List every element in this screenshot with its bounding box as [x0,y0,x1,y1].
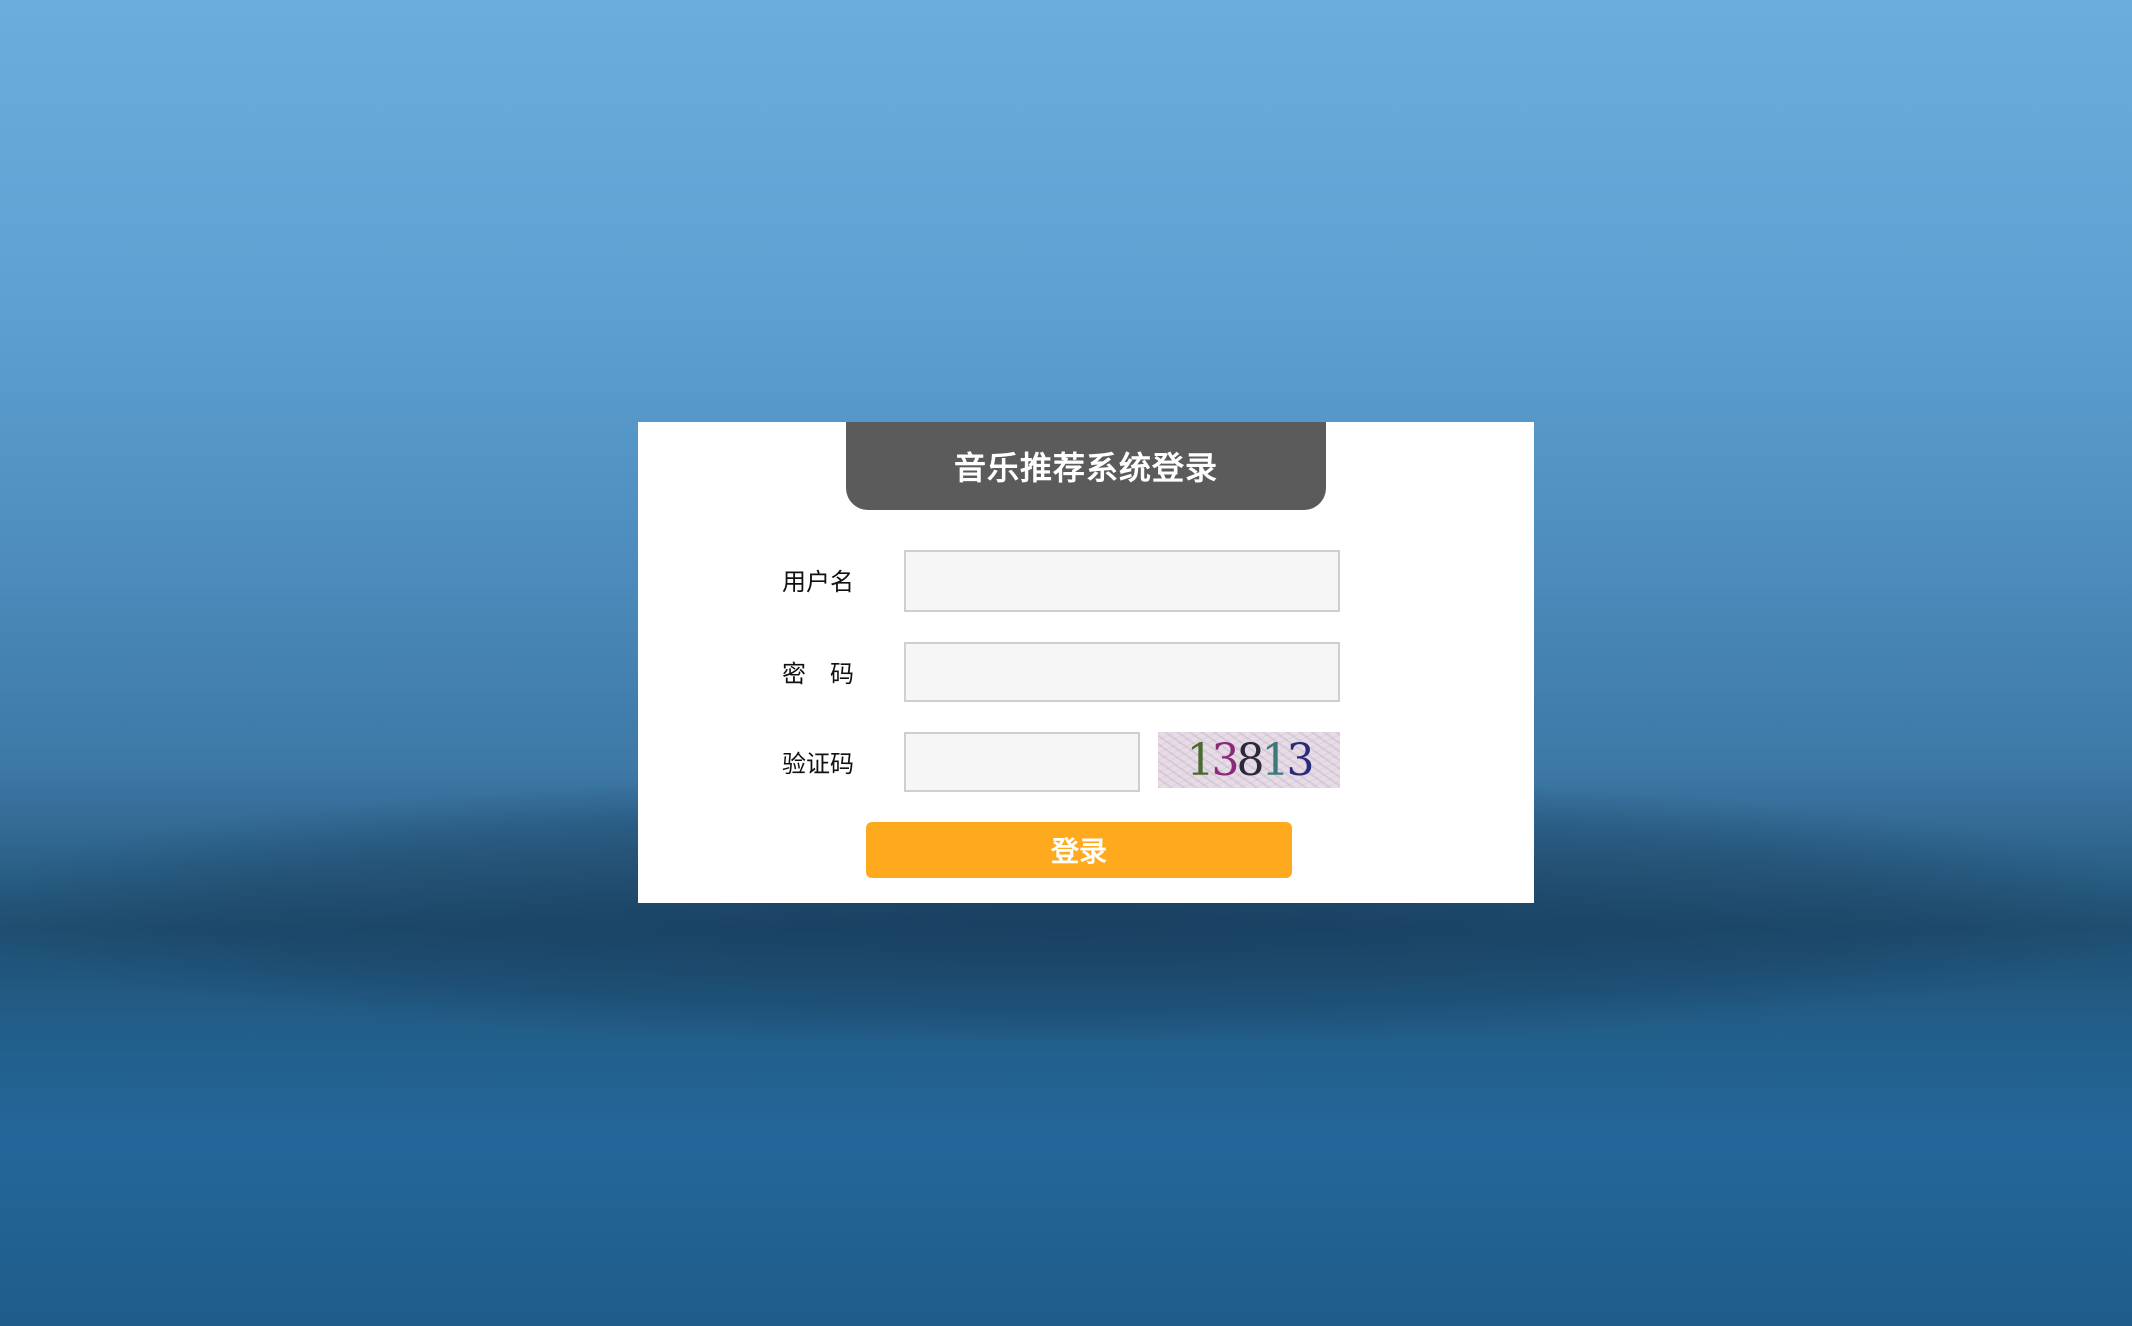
captcha-digit: 8 [1236,734,1265,786]
captcha-input[interactable] [904,732,1140,792]
captcha-label: 验证码 [782,750,854,778]
username-label: 用户名 [782,568,854,596]
password-input[interactable] [904,642,1340,702]
login-panel: 音乐推荐系统登录 用户名 密 码 验证码 1 3 8 1 3 登录 [638,422,1534,903]
captcha-digit: 3 [1211,734,1240,786]
captcha-image[interactable]: 1 3 8 1 3 [1158,732,1340,788]
captcha-digit: 1 [1186,734,1215,786]
captcha-digit: 1 [1261,734,1290,786]
login-button[interactable]: 登录 [866,822,1292,878]
username-input[interactable] [904,550,1340,612]
captcha-digit: 3 [1286,734,1315,786]
login-title: 音乐推荐系统登录 [846,422,1326,510]
password-label: 密 码 [782,660,854,688]
